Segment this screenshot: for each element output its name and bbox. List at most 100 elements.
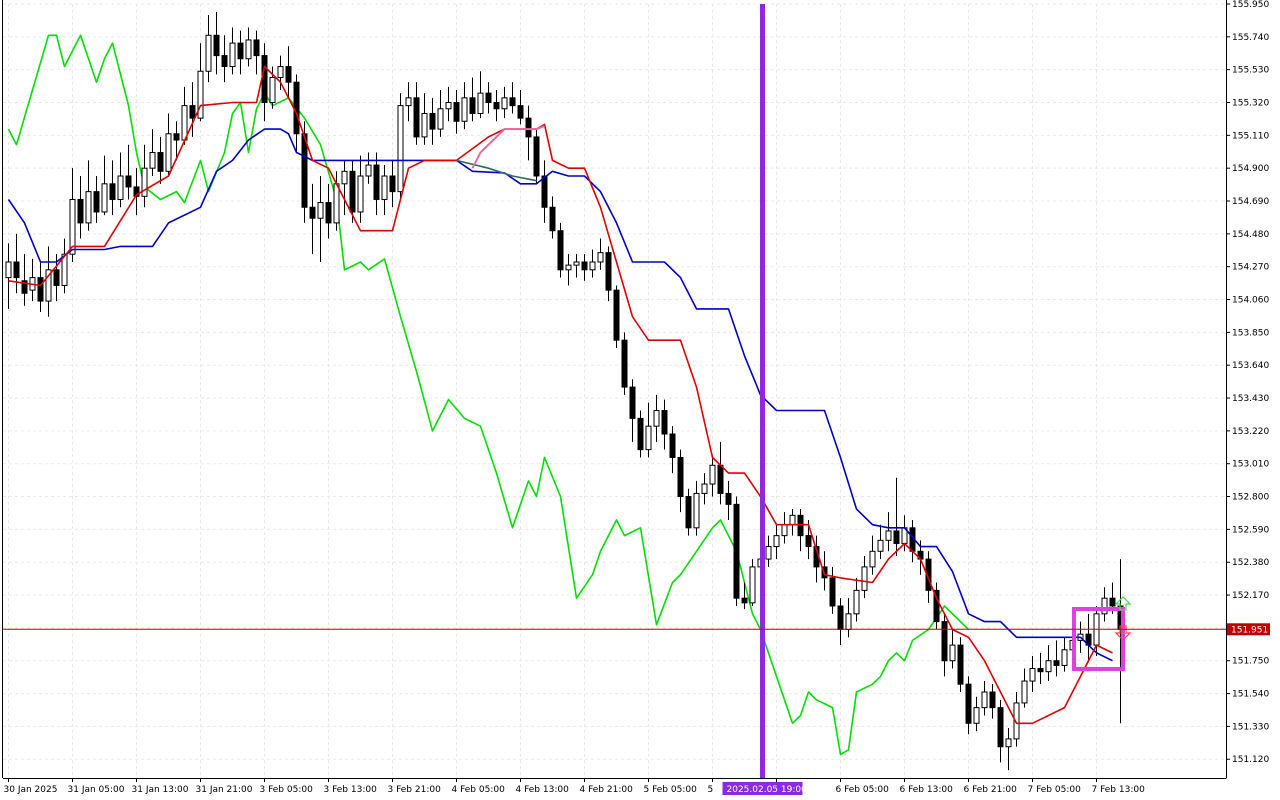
candle-body-118 bbox=[949, 644, 956, 662]
x-tick-label-15: 6 Feb 21:00 bbox=[964, 785, 1018, 795]
kijun-sen bbox=[7, 128, 1113, 662]
x-tick-label-8: 4 Feb 13:00 bbox=[516, 785, 570, 795]
candle-20 bbox=[165, 113, 172, 176]
candle-body-90 bbox=[725, 492, 732, 505]
candle-body-26 bbox=[213, 34, 220, 57]
candle-25 bbox=[205, 14, 212, 83]
candle-body-48 bbox=[389, 175, 396, 193]
candle-body-60 bbox=[485, 92, 492, 104]
y-tick-label-10: 153.850 bbox=[1232, 328, 1269, 338]
x-tick-label-16: 7 Feb 05:00 bbox=[1028, 785, 1082, 795]
candle-body-117 bbox=[941, 621, 948, 662]
candle-body-111 bbox=[893, 530, 900, 544]
candle-body-110 bbox=[885, 530, 892, 541]
candle-118 bbox=[949, 629, 956, 669]
candle-body-87 bbox=[701, 483, 708, 494]
candle-body-12 bbox=[101, 183, 108, 213]
candle-body-92 bbox=[741, 597, 748, 604]
candle-132 bbox=[1061, 637, 1068, 672]
candle-84 bbox=[677, 449, 684, 513]
candle-body-36 bbox=[293, 81, 300, 135]
candle-body-9 bbox=[77, 198, 84, 224]
y-tick-label-12: 153.430 bbox=[1232, 394, 1269, 404]
candle-body-71 bbox=[573, 261, 580, 266]
candle-body-37 bbox=[301, 133, 308, 208]
candle-116 bbox=[933, 582, 940, 630]
y-tick-label-5: 154.900 bbox=[1232, 164, 1269, 174]
candle-body-49 bbox=[397, 105, 404, 193]
candle-body-119 bbox=[957, 644, 964, 685]
candle-105 bbox=[845, 598, 852, 638]
candle-137 bbox=[1101, 587, 1108, 622]
price-chart[interactable]: 155.950 155.740 155.530 155.320 155.110 154.9… bbox=[0, 0, 1280, 800]
y-tick-label-9: 154.060 bbox=[1232, 296, 1269, 306]
candle-109 bbox=[877, 524, 884, 560]
candle-91 bbox=[733, 496, 740, 606]
candle-85 bbox=[685, 488, 692, 536]
candle-body-104 bbox=[837, 605, 844, 630]
candle-body-31 bbox=[253, 39, 260, 57]
candle-76 bbox=[613, 285, 620, 348]
candle-111 bbox=[893, 477, 900, 556]
x-tick-label-5: 3 Feb 13:00 bbox=[324, 785, 378, 795]
candle-48 bbox=[389, 160, 396, 208]
y-tick-label-2: 155.530 bbox=[1232, 66, 1269, 76]
candle-body-51 bbox=[413, 97, 420, 138]
candle-body-81 bbox=[653, 410, 660, 427]
candle-body-76 bbox=[613, 289, 620, 341]
candle-body-50 bbox=[405, 97, 412, 107]
y-tick-label-13: 153.220 bbox=[1232, 427, 1269, 437]
candle-120 bbox=[965, 676, 972, 735]
candle-46 bbox=[373, 152, 380, 216]
candle-71 bbox=[573, 254, 580, 278]
vertical-marker-label: 2025.02.05 19:00 bbox=[727, 785, 808, 795]
candle-63 bbox=[509, 82, 516, 114]
candle-body-106 bbox=[853, 589, 860, 615]
candle-58 bbox=[469, 77, 476, 122]
candle-body-70 bbox=[565, 264, 572, 271]
candle-5 bbox=[45, 246, 52, 317]
candle-body-69 bbox=[557, 230, 564, 271]
y-tick-label-11: 153.640 bbox=[1232, 361, 1269, 371]
candle-body-45 bbox=[365, 164, 372, 177]
candle-body-57 bbox=[461, 97, 468, 122]
candle-65 bbox=[525, 105, 532, 161]
signal-highlight bbox=[1072, 596, 1132, 671]
candle-44 bbox=[357, 155, 364, 223]
candle-56 bbox=[453, 90, 460, 134]
candle-59 bbox=[477, 71, 484, 119]
y-tick-label-14: 153.010 bbox=[1232, 460, 1269, 470]
candle-69 bbox=[557, 222, 564, 278]
candle-body-47 bbox=[381, 175, 388, 200]
candle-body-137 bbox=[1101, 597, 1108, 615]
candle-body-103 bbox=[829, 577, 836, 607]
candle-body-32 bbox=[261, 55, 268, 104]
candle-body-128 bbox=[1029, 668, 1036, 682]
candle-119 bbox=[957, 637, 964, 692]
candle-108 bbox=[869, 535, 876, 575]
y-tick-label-21: 151.540 bbox=[1232, 690, 1269, 700]
candle-body-25 bbox=[205, 34, 212, 72]
candle-body-107 bbox=[861, 566, 868, 591]
candle-18 bbox=[149, 129, 156, 176]
candle-body-42 bbox=[341, 170, 348, 185]
candle-body-22 bbox=[181, 105, 188, 141]
candle-body-95 bbox=[765, 546, 772, 560]
candle-110 bbox=[885, 512, 892, 552]
candle-body-19 bbox=[157, 152, 164, 172]
candle-62 bbox=[501, 86, 508, 119]
candle-body-54 bbox=[437, 108, 444, 130]
x-tick-label-0: 30 Jan 2025 bbox=[4, 785, 58, 795]
candle-body-28 bbox=[229, 42, 236, 68]
candle-body-96 bbox=[773, 535, 780, 548]
candle-28 bbox=[229, 27, 236, 75]
candle-body-59 bbox=[477, 92, 484, 114]
candle-body-73 bbox=[589, 261, 596, 271]
candle-99 bbox=[797, 509, 804, 552]
candle-26 bbox=[213, 11, 220, 75]
candle-3 bbox=[29, 258, 36, 302]
y-tick-label-23: 151.120 bbox=[1232, 755, 1269, 765]
x-tick-label-4: 3 Feb 05:00 bbox=[260, 785, 314, 795]
y-tick-label-20: 151.750 bbox=[1232, 657, 1269, 667]
candle-81 bbox=[653, 394, 660, 442]
